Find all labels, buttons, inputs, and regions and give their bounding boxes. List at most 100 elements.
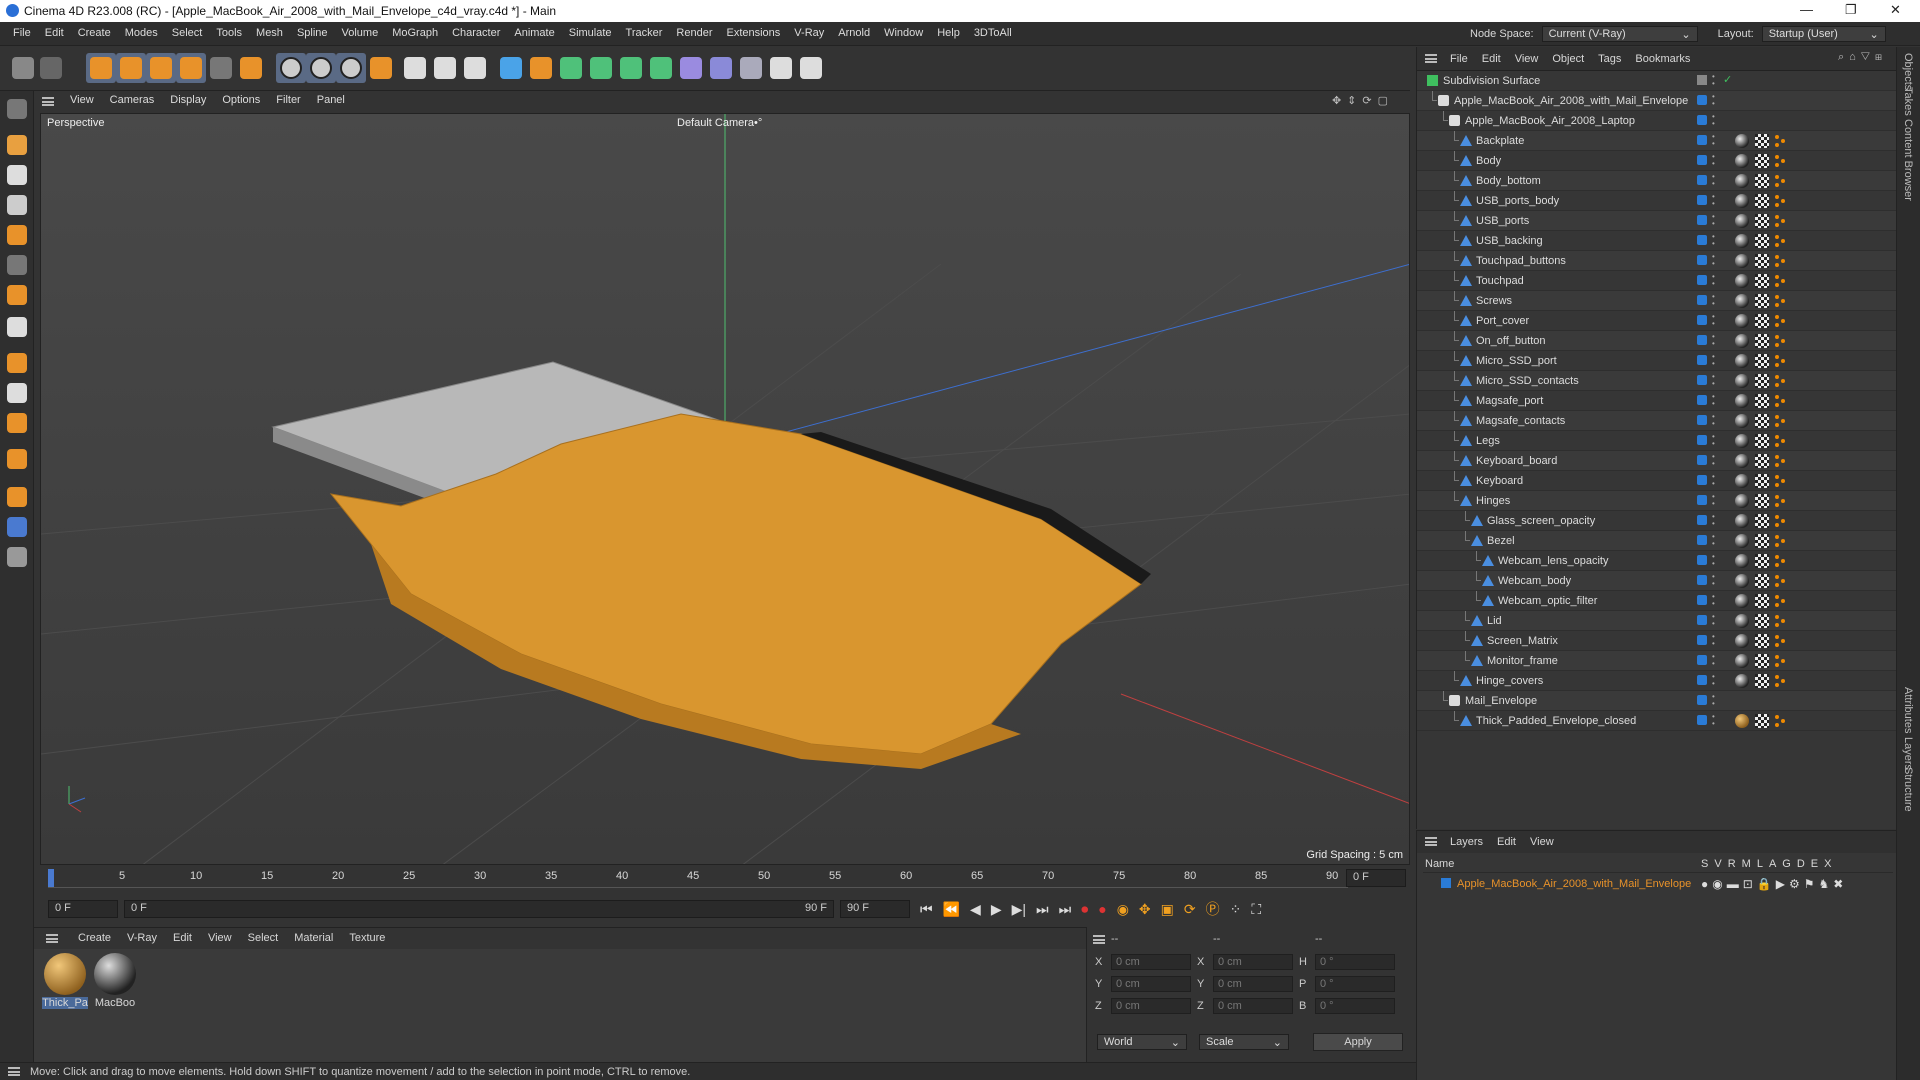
coord-field[interactable]: 0 cm [1111,954,1191,970]
viewport-menu-display[interactable]: Display [162,94,214,106]
menu-item-window[interactable]: Window [877,27,930,39]
layer-color-tag[interactable] [1697,515,1707,525]
vray-tag-icon[interactable] [1775,655,1787,667]
object-name[interactable]: Keyboard [1476,475,1523,487]
recent-icon[interactable] [206,53,236,83]
texture-tag-icon[interactable] [1755,534,1769,548]
object-name[interactable]: Thick_Padded_Envelope_closed [1476,715,1636,727]
render-icon[interactable] [430,53,460,83]
vray-tag-icon[interactable] [1775,555,1787,567]
visibility-dots-icon[interactable]: • • [1712,153,1717,169]
object-row[interactable]: Glass_screen_opacity • • [1417,511,1897,531]
layer-color-tag[interactable] [1697,175,1707,185]
object-row[interactable]: Body • • [1417,151,1897,171]
side-tab-attributes[interactable]: Attributes [1902,687,1914,733]
vray-tag-icon[interactable] [1775,315,1787,327]
material-menu-view[interactable]: View [200,932,240,944]
go-to-end-icon[interactable]: ⏭ [1059,901,1072,918]
material-tag-icon[interactable] [1735,394,1749,408]
material-tag-icon[interactable] [1735,314,1749,328]
object-row[interactable]: Hinges • • [1417,491,1897,511]
layer-name[interactable]: Apple_MacBook_Air_2008_with_Mail_Envelop… [1457,878,1691,890]
object-row[interactable]: Body_bottom • • [1417,171,1897,191]
model-mode-icon[interactable] [3,95,31,123]
cube-icon[interactable] [496,53,526,83]
material-tag-icon[interactable] [1735,294,1749,308]
object-name[interactable]: Touchpad_buttons [1476,255,1566,267]
texture-tag-icon[interactable] [1755,434,1769,448]
object-row[interactable]: USB_backing • • [1417,231,1897,251]
go-to-start-icon[interactable]: ⏮ [920,901,933,918]
texture-tag-icon[interactable] [1755,254,1769,268]
prev-key-icon[interactable]: ⏪ [943,901,960,918]
object-name[interactable]: Hinges [1476,495,1510,507]
material-tag-icon[interactable] [1735,174,1749,188]
layer-row[interactable]: Apple_MacBook_Air_2008_with_Mail_Envelop… [1423,875,1893,893]
cloner-icon[interactable] [616,53,646,83]
move-key-icon[interactable]: ✥ [1139,901,1151,918]
object-name[interactable]: Body_bottom [1476,175,1541,187]
object-name[interactable]: Apple_MacBook_Air_2008_with_Mail_Envelop… [1454,95,1688,107]
layer-color-tag[interactable] [1697,595,1707,605]
vray-tag-icon[interactable] [1775,275,1787,287]
minimize-button[interactable]: — [1800,2,1813,17]
menu-item-tools[interactable]: Tools [209,27,249,39]
vray-tag-icon[interactable] [1775,395,1787,407]
texture-mode-icon[interactable] [3,131,31,159]
layer-color-tag[interactable] [1697,655,1707,665]
visibility-dots-icon[interactable]: • • [1712,533,1717,549]
layer-color-tag[interactable] [1697,135,1707,145]
object-row[interactable]: Apple_MacBook_Air_2008_with_Mail_Envelop… [1417,91,1897,111]
menu-icon[interactable] [1425,837,1437,846]
layer-color-tag[interactable] [1697,535,1707,545]
object-row[interactable]: Mail_Envelope • • [1417,691,1897,711]
layer-menu-view[interactable]: View [1523,836,1561,848]
menu-item-volume[interactable]: Volume [335,27,386,39]
edit-toggle-icon[interactable] [1697,75,1707,85]
object-name[interactable]: USB_ports [1476,215,1529,227]
layer-color-tag[interactable] [1697,155,1707,165]
object-name[interactable]: Magsafe_port [1476,395,1543,407]
coord-field[interactable]: 0 cm [1213,954,1293,970]
light-icon[interactable] [796,53,826,83]
transform-icon[interactable] [236,53,266,83]
visibility-dots-icon[interactable]: • • [1712,433,1717,449]
vray-tag-icon[interactable] [1775,675,1787,687]
object-name[interactable]: Webcam_optic_filter [1498,595,1597,607]
layer-flag-icons[interactable]: ●◉▬⊡🔒▶⚙⚑♞✖ [1701,877,1847,891]
planar-icon[interactable] [3,543,31,571]
material-tag-icon[interactable] [1735,134,1749,148]
object-name[interactable]: Keyboard_board [1476,455,1557,467]
material-tag-icon[interactable] [1735,674,1749,688]
enabled-check-icon[interactable]: ✓ [1723,73,1732,86]
visibility-dots-icon[interactable]: • • [1712,553,1717,569]
menu-item-file[interactable]: File [6,27,38,39]
extrude-icon[interactable] [586,53,616,83]
layer-color-tag[interactable] [1697,675,1707,685]
material-menu-edit[interactable]: Edit [165,932,200,944]
texture-tag-icon[interactable] [1755,374,1769,388]
visibility-dots-icon[interactable]: • • [1712,353,1717,369]
texture-tag-icon[interactable] [1755,274,1769,288]
point-mode-icon[interactable] [3,191,31,219]
menu-item-animate[interactable]: Animate [507,27,561,39]
edge-mode-icon[interactable] [3,251,31,279]
visibility-dots-icon[interactable]: • • [1712,633,1717,649]
side-tab-structure[interactable]: Structure [1902,767,1914,812]
next-frame-icon[interactable]: ▶| [1012,901,1026,918]
instance-icon[interactable] [646,53,676,83]
visibility-dots-icon[interactable]: • • [1712,293,1717,309]
layer-color-tag[interactable] [1697,215,1707,225]
visibility-dots-icon[interactable]: • • [1712,693,1717,709]
viewport-menu-view[interactable]: View [62,94,102,106]
scale-dropdown[interactable]: Scale ⌄ [1199,1034,1289,1050]
layer-color-tag[interactable] [1697,415,1707,425]
visibility-dots-icon[interactable]: • • [1712,333,1717,349]
visibility-dots-icon[interactable]: • • [1712,453,1717,469]
coord-system-icon[interactable] [366,53,396,83]
vray-tag-icon[interactable] [1775,595,1787,607]
object-row[interactable]: Micro_SSD_port • • [1417,351,1897,371]
vray-tag-icon[interactable] [1775,535,1787,547]
texture-tag-icon[interactable] [1755,454,1769,468]
object-name[interactable]: Port_cover [1476,315,1529,327]
